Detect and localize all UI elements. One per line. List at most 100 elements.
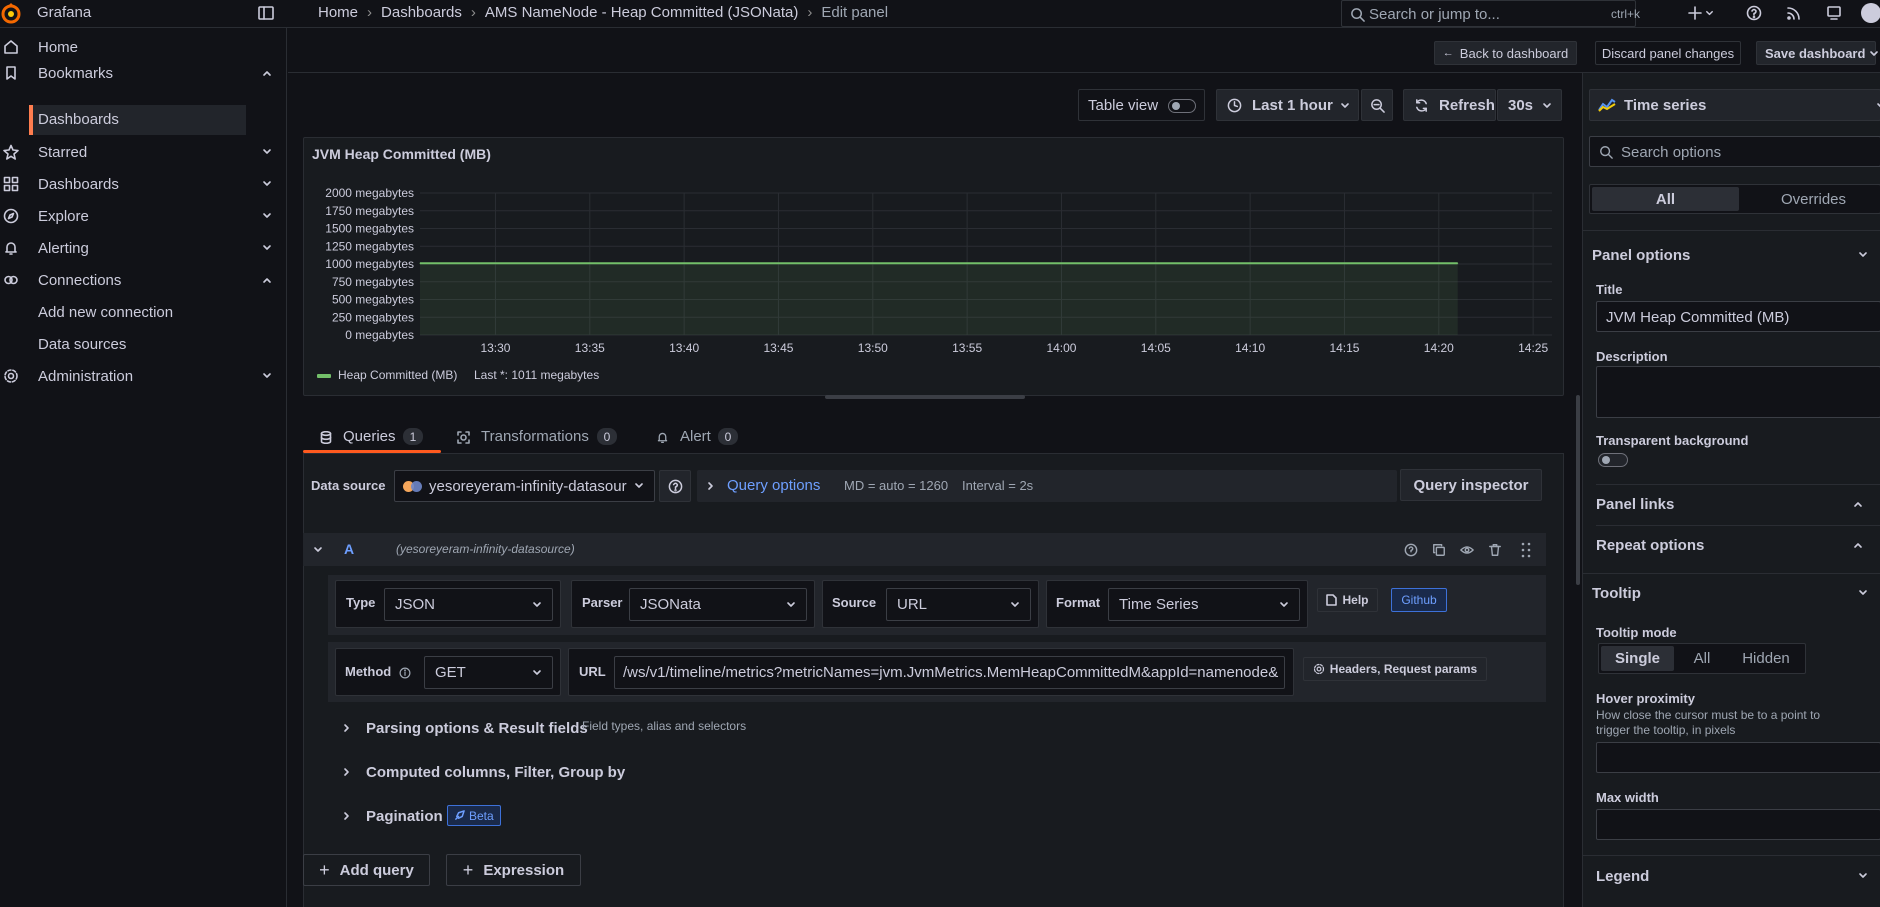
panel-resize-handle[interactable] — [825, 395, 1025, 399]
eye-icon[interactable] — [1460, 543, 1474, 557]
nav-administration-label: Administration — [38, 367, 134, 385]
chevron-down-icon[interactable] — [1869, 49, 1879, 59]
computed-columns-row[interactable]: Computed columns, Filter, Group by — [328, 753, 1546, 791]
drag-handle-icon[interactable] — [1521, 542, 1531, 558]
refresh-interval-picker[interactable]: 30s — [1497, 89, 1562, 121]
title-input[interactable]: JVM Heap Committed (MB) — [1596, 301, 1880, 332]
method-select[interactable]: GET — [424, 656, 553, 689]
nav-explore[interactable]: Explore — [0, 201, 287, 231]
panel-links-section[interactable]: Panel links — [1583, 486, 1880, 520]
query-ref-id[interactable]: A — [344, 541, 354, 557]
headers-request-params-button[interactable]: Headers, Request params — [1303, 657, 1487, 681]
url-input[interactable]: /ws/v1/timeline/metrics?metricNames=jvm.… — [614, 656, 1285, 689]
discard-changes-button[interactable]: Discard panel changes — [1595, 41, 1741, 65]
table-view-toggle[interactable]: Table view — [1078, 89, 1205, 121]
tab-all-label: All — [1655, 190, 1676, 208]
data-point[interactable] — [1457, 262, 1459, 264]
nav-data-sources[interactable]: Data sources — [38, 336, 126, 353]
query-inspector-button[interactable]: Query inspector — [1400, 469, 1542, 501]
legend-series-name[interactable]: Heap Committed (MB) — [338, 368, 457, 382]
time-range-picker[interactable]: Last 1 hour — [1216, 89, 1359, 121]
hover-proximity-input[interactable] — [1596, 742, 1880, 773]
question-circle-icon[interactable] — [1404, 543, 1418, 557]
add-query-button[interactable]: + Add query — [303, 854, 430, 886]
query-row-header[interactable]: A (yesoreyeram-infinity-datasource) — [303, 533, 1546, 566]
search-placeholder: Search or jump to... — [1369, 6, 1500, 23]
max-width-input[interactable] — [1596, 809, 1880, 840]
chevron-down-icon[interactable] — [1705, 9, 1714, 18]
add-expression-button[interactable]: + Expression — [446, 854, 581, 886]
nav-dashboards[interactable]: Dashboards — [0, 169, 287, 199]
tooltip-mode-all[interactable]: All — [1677, 646, 1727, 671]
chevron-down-icon[interactable] — [261, 178, 273, 190]
tab-transformations[interactable]: Transformations 0 — [449, 421, 629, 453]
trash-icon[interactable] — [1488, 543, 1502, 557]
tab-all[interactable]: All — [1592, 187, 1739, 211]
y-tick-label: 1000 megabytes — [325, 257, 414, 271]
repeat-options-section[interactable]: Repeat options — [1583, 527, 1880, 561]
chevron-down-icon[interactable] — [313, 545, 323, 555]
github-button[interactable]: Github — [1391, 588, 1447, 612]
plus-icon[interactable] — [1687, 5, 1703, 21]
nav-alerting[interactable]: Alerting — [0, 233, 287, 263]
chevron-down-icon[interactable] — [261, 146, 273, 158]
breadcrumb-home[interactable]: Home — [318, 4, 358, 21]
tooltip-mode-hidden[interactable]: Hidden — [1727, 646, 1805, 671]
pane-splitter-handle[interactable] — [1576, 395, 1580, 585]
options-search-input[interactable]: Search options — [1589, 136, 1880, 167]
datasource-help-button[interactable] — [659, 470, 691, 502]
nav-add-connection[interactable]: Add new connection — [38, 304, 173, 321]
table-view-switch[interactable] — [1168, 99, 1196, 113]
visualization-picker[interactable]: Time series — [1589, 89, 1880, 121]
search-box[interactable]: Search or jump to... ctrl+k — [1341, 0, 1640, 27]
parsing-options-row[interactable]: Parsing options & Result fields Field ty… — [328, 709, 1546, 747]
chevron-down-icon[interactable] — [261, 210, 273, 222]
tab-overrides[interactable]: Overrides — [1740, 187, 1880, 211]
rss-news-icon[interactable] — [1786, 5, 1802, 21]
nav-administration[interactable]: Administration — [0, 361, 287, 391]
grafana-logo-icon[interactable] — [0, 1, 22, 25]
chevron-down-icon — [1543, 103, 1551, 108]
user-avatar[interactable] — [1861, 3, 1880, 23]
nav-bookmarks-dashboards[interactable]: Dashboards — [29, 105, 246, 135]
zoom-out-button[interactable] — [1361, 89, 1393, 121]
back-to-dashboard-button[interactable]: ← Back to dashboard — [1434, 41, 1577, 65]
tab-alert[interactable]: Alert 0 — [648, 421, 748, 453]
chevron-right-icon — [708, 482, 713, 490]
type-select[interactable]: JSON — [384, 588, 553, 621]
kiosk-mode-icon[interactable] — [1826, 5, 1842, 21]
transparent-bg-switch[interactable] — [1598, 453, 1628, 467]
panel-options-section[interactable]: Panel options — [1583, 239, 1880, 269]
chevron-up-icon[interactable] — [261, 274, 273, 286]
discard-label: Discard panel changes — [1601, 45, 1735, 61]
format-select[interactable]: Time Series — [1108, 588, 1300, 621]
tooltip-section[interactable]: Tooltip — [1583, 577, 1880, 607]
help-button[interactable]: Help — [1317, 588, 1378, 612]
info-circle-icon[interactable] — [399, 667, 411, 679]
chevron-down-icon[interactable] — [261, 370, 273, 382]
nav-bookmarks[interactable]: Bookmarks — [0, 58, 287, 88]
source-select[interactable]: URL — [886, 588, 1031, 621]
computed-columns-title: Computed columns, Filter, Group by — [366, 763, 626, 781]
datasource-picker[interactable]: yesoreyeram-infinity-datasour — [394, 470, 655, 502]
parser-select[interactable]: JSONata — [629, 588, 807, 621]
tooltip-mode-single[interactable]: Single — [1601, 646, 1674, 671]
tab-queries[interactable]: Queries 1 — [303, 421, 441, 453]
pagination-row[interactable]: Pagination Beta — [328, 797, 1546, 835]
query-options-bar[interactable]: Query options MD = auto = 1260 Interval … — [697, 470, 1397, 502]
nav-connections[interactable]: Connections — [0, 265, 287, 295]
nav-starred[interactable]: Starred — [0, 137, 287, 167]
help-icon[interactable] — [1746, 5, 1762, 21]
copy-icon[interactable] — [1432, 543, 1446, 557]
save-dashboard-button[interactable]: Save dashboard — [1756, 41, 1879, 65]
refresh-button[interactable]: Refresh — [1403, 89, 1496, 121]
chevron-down-icon[interactable] — [261, 242, 273, 254]
timeseries-chart[interactable]: 2000 megabytes 1750 megabytes 1500 megabyt… — [304, 138, 1565, 368]
breadcrumb-dashboard[interactable]: AMS NameNode - Heap Committed (JSONata) — [485, 4, 798, 21]
data-point[interactable] — [419, 262, 421, 264]
breadcrumb-dashboards[interactable]: Dashboards — [381, 4, 462, 21]
chevron-up-icon[interactable] — [261, 67, 273, 79]
legend-section[interactable]: Legend — [1583, 859, 1880, 889]
description-textarea[interactable] — [1596, 366, 1880, 418]
dock-menu-icon[interactable] — [258, 5, 274, 21]
